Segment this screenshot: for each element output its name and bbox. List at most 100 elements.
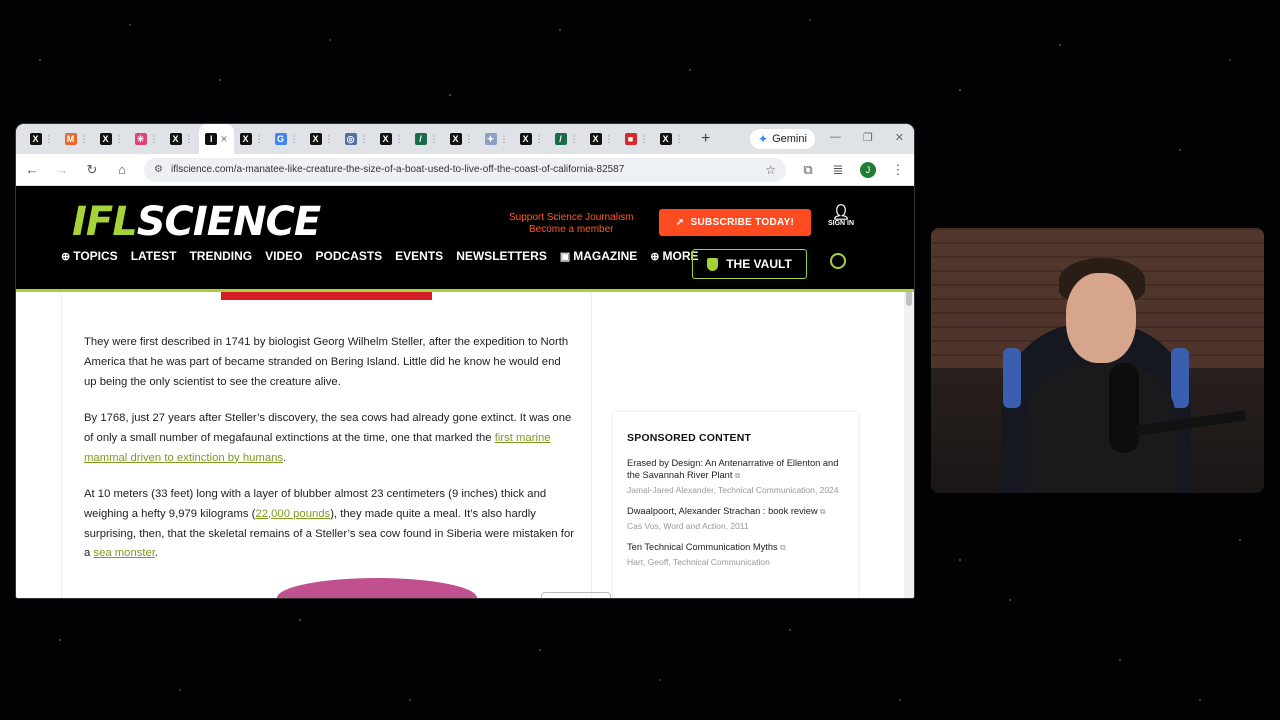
sponsored-headline-text: Ten Technical Communication Myths xyxy=(627,542,778,552)
webcam-microphone xyxy=(1109,363,1139,453)
iflscience-logo[interactable]: IFLSCIENCE xyxy=(72,199,322,245)
subscribe-button[interactable]: ➚ SUBSCRIBE TODAY! xyxy=(659,209,811,236)
browser-tab[interactable]: X ⋮ xyxy=(24,124,59,154)
nav-label: VIDEO xyxy=(265,249,303,263)
bird-icon: ✦ xyxy=(484,133,497,145)
pounds-link[interactable]: 22,000 pounds xyxy=(255,508,330,520)
tab-separator: ⋮ xyxy=(604,133,614,144)
browser-tab[interactable]: ✳ ⋮ xyxy=(129,124,164,154)
x-logo-icon: X xyxy=(239,133,252,145)
reload-icon[interactable]: ↻ xyxy=(84,162,100,178)
main-nav: ⊕ TOPICS LATEST TRENDING VIDEO PODCASTS EVENTS… xyxy=(61,249,698,263)
browser-tab[interactable]: M ⋮ xyxy=(59,124,94,154)
sponsored-headline-text: Dwaalpoort, Alexander Strachan : book re… xyxy=(627,506,818,516)
browser-tab[interactable]: / ⋮ xyxy=(409,124,444,154)
profile-avatar[interactable]: J xyxy=(860,161,876,178)
tab-separator: ⋮ xyxy=(499,133,509,144)
browser-tab[interactable]: ■ ⋮ xyxy=(619,124,654,154)
scrollbar-thumb[interactable] xyxy=(906,292,912,306)
nav-item-podcasts[interactable]: PODCASTS xyxy=(315,249,382,263)
ad-bar xyxy=(221,292,432,300)
nav-item-magazine[interactable]: ▣ MAGAZINE xyxy=(560,249,637,263)
nav-item-events[interactable]: EVENTS xyxy=(395,249,443,263)
sea-monster-link[interactable]: sea monster xyxy=(93,547,155,559)
nav-item-newsletters[interactable]: NEWSLETTERS xyxy=(456,249,547,263)
sponsored-meta: Jamal-Jared Alexander, Technical Communi… xyxy=(627,485,839,495)
logo-ifl: IFL xyxy=(72,199,138,245)
browser-tab[interactable]: / ⋮ xyxy=(549,124,584,154)
page-content: They were first described in 1741 by bio… xyxy=(16,292,914,598)
external-link-icon: ⧉ xyxy=(817,507,826,516)
nav-label: PODCASTS xyxy=(315,249,383,263)
sponsored-content-box: SPONSORED CONTENT Erased by Design: An A… xyxy=(613,412,858,598)
new-tab-icon[interactable]: + xyxy=(701,130,710,148)
home-icon[interactable]: ⌂ xyxy=(114,162,130,177)
minimize-icon[interactable]: — xyxy=(830,131,841,144)
browser-tab[interactable]: X ⋮ xyxy=(584,124,619,154)
site-info-icon[interactable]: ⚙ xyxy=(154,164,163,175)
nav-item-video[interactable]: VIDEO xyxy=(265,249,302,263)
x-logo-icon: X xyxy=(519,133,532,145)
gemini-button[interactable]: ✦ Gemini xyxy=(750,129,815,149)
browser-tab[interactable]: I ✕ xyxy=(199,124,234,154)
green-circle-icon: / xyxy=(414,133,427,145)
the-vault-button[interactable]: THE VAULT xyxy=(692,249,807,279)
webcam-overlay xyxy=(931,228,1264,493)
browser-tab[interactable]: X ⋮ xyxy=(304,124,339,154)
nav-item-latest[interactable]: LATEST xyxy=(131,249,177,263)
logo-science: SCIENCE xyxy=(136,199,322,245)
browser-tab[interactable]: X ⋮ xyxy=(164,124,199,154)
tab-separator: ⋮ xyxy=(114,133,124,144)
browser-tab[interactable]: ✦ ⋮ xyxy=(479,124,514,154)
tab-separator: ⋮ xyxy=(289,133,299,144)
nav-label: NEWSLETTERS xyxy=(456,249,547,263)
browser-tab[interactable]: X ⋮ xyxy=(374,124,409,154)
browser-tab[interactable]: ◎ ⋮ xyxy=(339,124,374,154)
nav-item-trending[interactable]: TRENDING xyxy=(189,249,252,263)
tab-strip: X ⋮ M ⋮ X ⋮ ✳ ⋮ X ⋮ I ✕ X ⋮ G ⋮ X ⋮ ◎ ⋮ X ⋮ / ⋮ X ⋮ ✦ ⋮ X ⋮ / ⋮ X ⋮ ■ ⋮ X ⋮ +… xyxy=(16,124,914,154)
search-icon[interactable] xyxy=(830,253,846,269)
url-text: iflscience.com/a-manatee-like-creature-t… xyxy=(170,164,625,175)
browser-tab[interactable]: G ⋮ xyxy=(269,124,304,154)
sponsored-item[interactable]: Ten Technical Communication Myths ⧉ Hart,… xyxy=(627,541,844,568)
webcam-person-face xyxy=(1066,273,1136,363)
browser-tab[interactable]: X ⋮ xyxy=(94,124,129,154)
support-line-2: Become a member xyxy=(529,224,614,235)
tab-separator: ⋮ xyxy=(149,133,159,144)
close-window-icon[interactable]: ✕ xyxy=(895,131,904,144)
x-logo-icon: X xyxy=(449,133,462,145)
scrollbar[interactable] xyxy=(904,292,914,598)
bookmark-star-icon[interactable]: ☆ xyxy=(765,163,776,177)
x-logo-icon: X xyxy=(99,133,112,145)
article-body: They were first described in 1741 by bio… xyxy=(61,292,611,598)
lens-icon[interactable]: ⧉ xyxy=(800,162,816,178)
maximize-icon[interactable]: ❐ xyxy=(863,131,873,144)
image-button[interactable] xyxy=(541,592,611,598)
tab-separator: ⋮ xyxy=(534,133,544,144)
support-link[interactable]: Support Science Journalism Become a memb… xyxy=(509,212,634,236)
sponsored-headline: Dwaalpoort, Alexander Strachan : book re… xyxy=(627,505,844,518)
close-tab-icon[interactable]: ✕ xyxy=(220,134,228,145)
google-icon: G xyxy=(274,133,287,145)
nav-item-topics[interactable]: ⊕ TOPICS xyxy=(61,249,118,263)
rocket-icon: ➚ xyxy=(675,217,685,228)
gemini-label: Gemini xyxy=(772,133,807,145)
plus-circle-icon: ⊕ xyxy=(650,250,660,263)
browser-tab[interactable]: X ⋮ xyxy=(654,124,689,154)
x-logo-icon: X xyxy=(309,133,322,145)
pink-asterisk-icon: ✳ xyxy=(134,133,147,145)
extensions-icon[interactable]: ≣ xyxy=(830,162,846,178)
browser-menu-icon[interactable]: ⋮ xyxy=(890,162,906,178)
browser-tab[interactable]: X ⋮ xyxy=(514,124,549,154)
sign-in-button[interactable]: 👤︎ SIGN IN xyxy=(828,205,854,227)
external-link-icon: ⧉ xyxy=(777,543,786,552)
forward-icon[interactable]: → xyxy=(54,162,70,177)
browser-tab[interactable]: X ⋮ xyxy=(234,124,269,154)
sponsored-item[interactable]: Dwaalpoort, Alexander Strachan : book re… xyxy=(627,505,844,532)
sponsored-item[interactable]: Erased by Design: An Antenarrative of El… xyxy=(627,457,844,496)
address-bar: ← → ↻ ⌂ ⚙ iflscience.com/a-manatee-like-… xyxy=(16,154,914,186)
url-field[interactable]: ⚙ iflscience.com/a-manatee-like-creature… xyxy=(144,157,786,182)
sponsored-meta: Hart, Geoff, Technical Communication xyxy=(627,557,770,567)
back-icon[interactable]: ← xyxy=(24,162,40,177)
browser-tab[interactable]: X ⋮ xyxy=(444,124,479,154)
